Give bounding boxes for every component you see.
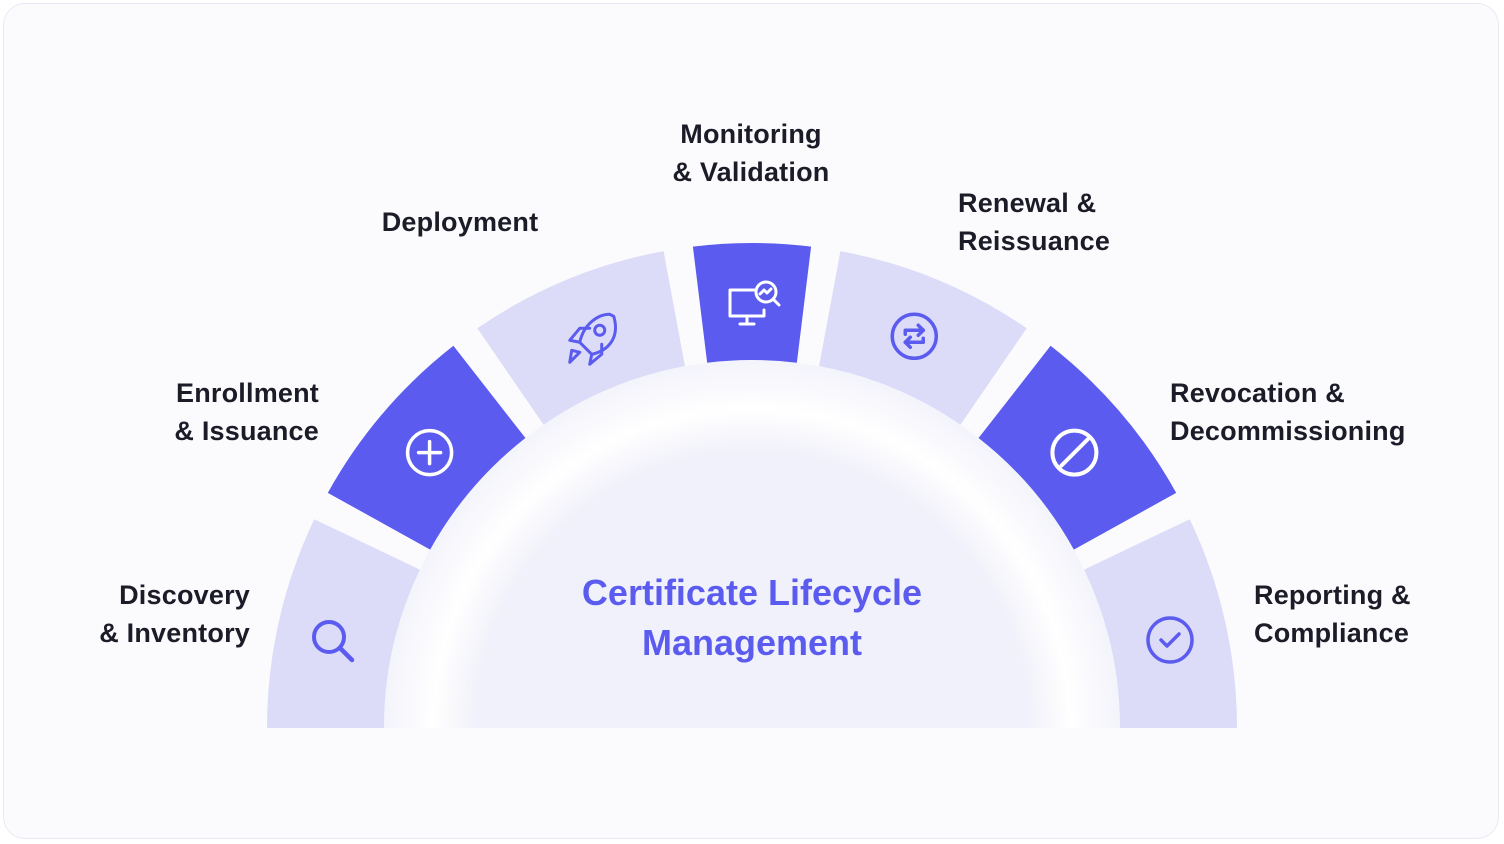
stage-label-line: Reissuance: [958, 226, 1111, 256]
center-title: Certificate Lifecycle Management: [500, 568, 1004, 668]
stage-label-enrollment: Enrollment & Issuance: [174, 374, 319, 450]
center-title-line2: Management: [641, 622, 863, 663]
stage-label-line: Reporting &: [1254, 580, 1411, 610]
segment-monitoring: [692, 243, 812, 363]
center-title-line1: Certificate Lifecycle: [581, 572, 923, 613]
stage-label-line: & Validation: [672, 157, 830, 187]
stage-label-line: Compliance: [1254, 618, 1410, 648]
stage-label-line: Enrollment: [175, 378, 319, 408]
stage-label-revocation: Revocation & Decommissioning: [1170, 374, 1406, 450]
stage-label-line: Revocation &: [1170, 378, 1345, 408]
stage-label-line: & Issuance: [174, 416, 319, 446]
stage-label-deployment: Deployment: [360, 203, 560, 241]
stage-label-line: Renewal &: [958, 188, 1097, 218]
stage-label-line: Deployment: [381, 207, 539, 237]
stage-label-renewal: Renewal & Reissuance: [958, 184, 1110, 260]
stage-label-monitoring: Monitoring & Validation: [640, 115, 862, 191]
stage-label-reporting: Reporting & Compliance: [1254, 576, 1411, 652]
stage-label-line: Discovery: [119, 580, 250, 610]
stage-label-line: Decommissioning: [1170, 416, 1406, 446]
stage-label-line: Monitoring: [680, 119, 822, 149]
stage-label-discovery: Discovery & Inventory: [99, 576, 250, 652]
stage-label-line: & Inventory: [99, 618, 250, 648]
